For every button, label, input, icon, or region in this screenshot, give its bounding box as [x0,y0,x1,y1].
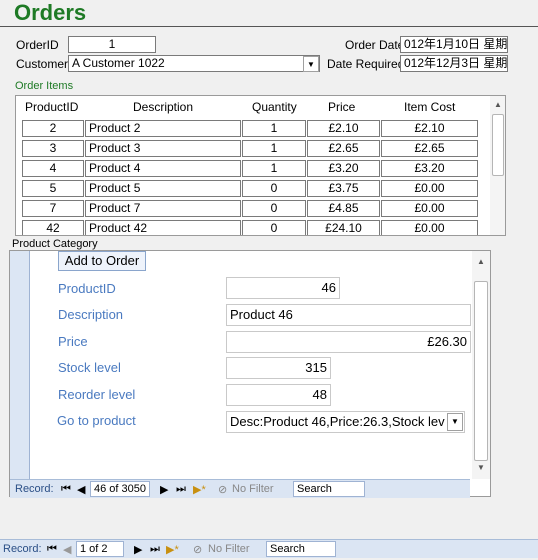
filter-icon[interactable]: ⊘ [193,543,202,556]
record-position-input[interactable]: 1 of 2 [76,541,124,557]
table-row-productid[interactable]: 3 [22,140,84,157]
go-to-product-dropdown-button[interactable]: ▼ [447,413,463,431]
last-record-button[interactable]: ⏭ [150,543,160,556]
table-row-description[interactable]: Product 7 [85,200,241,217]
date-required-label: Date Required [327,57,405,71]
record-label: Record: [3,543,42,555]
table-row-productid[interactable]: 5 [22,180,84,197]
previous-record-button[interactable]: ◀ [63,543,71,556]
chevron-down-icon: ▼ [307,60,315,69]
reorder-level-field[interactable]: 48 [226,384,331,406]
table-row-item-cost[interactable]: £2.65 [381,140,478,157]
table-row-price[interactable]: £2.10 [307,120,380,137]
table-row-quantity[interactable]: 1 [242,160,306,177]
search-input[interactable]: Search [293,481,365,497]
date-required-field[interactable]: 012年12月3日 星期一 [400,55,508,72]
order-id-label: OrderID [16,38,59,52]
customer-label: Customer [16,57,69,71]
form-title: Orders [14,0,87,25]
price-label: Price [58,334,88,349]
table-row-price[interactable]: £3.20 [307,160,380,177]
customer-dropdown-button[interactable]: ▼ [303,56,319,72]
order-items-subform: ProductID Description Quantity Price Ite… [15,95,506,236]
table-row-productid[interactable]: 2 [22,120,84,137]
product-id-label: ProductID [58,281,116,296]
column-header-description[interactable]: Description [133,100,193,114]
no-filter-label[interactable]: No Filter [232,483,274,495]
title-divider [0,26,538,27]
table-row-item-cost[interactable]: £3.20 [381,160,478,177]
customer-combobox[interactable]: A Customer 1022 [68,55,320,72]
table-row-item-cost[interactable]: £0.00 [381,200,478,217]
first-record-button[interactable]: ⏮ [61,483,71,496]
no-filter-label[interactable]: No Filter [208,543,250,555]
stock-level-field[interactable]: 315 [226,357,331,379]
product-category-subform: Add to Order ProductID 46 Description Pr… [9,250,491,498]
next-record-button[interactable]: ▶ [160,483,168,496]
table-row-item-cost[interactable]: £0.00 [381,220,478,235]
new-record-button[interactable]: ▶* [193,483,206,496]
table-row-quantity[interactable]: 0 [242,200,306,217]
go-to-product-combobox[interactable]: Desc:Product 46,Price:26.3,Stock lev [226,411,465,433]
column-header-item-cost[interactable]: Item Cost [404,100,455,114]
scroll-down-icon[interactable]: ▼ [477,463,485,472]
description-field[interactable]: Product 46 [226,304,471,326]
subform-record-navigation: Record: ⏮ ◀ 46 of 3050 ▶ ⏭ ▶* ⊘ No Filte… [10,479,470,498]
customer-value: A Customer 1022 [72,56,165,70]
table-row-productid[interactable]: 4 [22,160,84,177]
table-row-quantity[interactable]: 0 [242,220,306,235]
table-row-price[interactable]: £2.65 [307,140,380,157]
previous-record-button[interactable]: ◀ [77,483,85,496]
scroll-up-icon[interactable]: ▲ [477,257,485,266]
order-id-field[interactable]: 1 [68,36,156,53]
table-row-description[interactable]: Product 2 [85,120,241,137]
table-row-quantity[interactable]: 1 [242,120,306,137]
column-header-productid[interactable]: ProductID [25,100,78,114]
chevron-down-icon: ▼ [451,417,459,426]
order-items-label: Order Items [15,80,74,92]
reorder-level-label: Reorder level [58,387,136,402]
product-category-label: Product Category [12,238,98,250]
price-field[interactable]: £26.30 [226,331,471,353]
order-items-scrollbar[interactable]: ▲ [490,96,505,235]
column-header-quantity[interactable]: Quantity [252,100,297,114]
last-record-button[interactable]: ⏭ [176,483,186,496]
table-row-item-cost[interactable]: £2.10 [381,120,478,137]
scroll-up-icon[interactable]: ▲ [494,100,502,109]
table-row-description[interactable]: Product 42 [85,220,241,235]
table-row-productid[interactable]: 7 [22,200,84,217]
description-label: Description [58,307,124,322]
first-record-button[interactable]: ⏮ [47,543,57,556]
table-row-price[interactable]: £4.85 [307,200,380,217]
record-label: Record: [15,483,54,495]
filter-icon[interactable]: ⊘ [218,483,227,496]
order-date-field[interactable]: 012年1月10日 星期二 [400,36,508,53]
table-row-quantity[interactable]: 1 [242,140,306,157]
new-record-button[interactable]: ▶* [166,543,179,556]
table-row-productid[interactable]: 42 [22,220,84,235]
add-to-order-button[interactable]: Add to Order [58,251,146,271]
order-date-label: Order Date [345,38,405,52]
table-row-description[interactable]: Product 4 [85,160,241,177]
record-position-input[interactable]: 46 of 3050 [90,481,150,497]
table-row-description[interactable]: Product 5 [85,180,241,197]
main-record-navigation: Record: ⏮ ◀ 1 of 2 ▶ ⏭ ▶* ⊘ No Filter Se… [0,539,538,558]
go-to-product-value: Desc:Product 46,Price:26.3,Stock lev [230,414,445,429]
column-header-price[interactable]: Price [328,100,355,114]
stock-level-label: Stock level [58,360,121,375]
table-row-quantity[interactable]: 0 [242,180,306,197]
go-to-product-label: Go to product [57,413,136,428]
scrollbar-thumb[interactable] [492,114,504,176]
product-id-field[interactable]: 46 [226,277,340,299]
table-row-item-cost[interactable]: £0.00 [381,180,478,197]
search-input[interactable]: Search [266,541,336,557]
table-row-description[interactable]: Product 3 [85,140,241,157]
scrollbar-thumb[interactable] [474,281,488,461]
product-category-scrollbar[interactable]: ▲ ▼ [472,251,490,479]
next-record-button[interactable]: ▶ [134,543,142,556]
record-selector-bar[interactable] [10,251,30,479]
table-row-price[interactable]: £24.10 [307,220,380,235]
table-row-price[interactable]: £3.75 [307,180,380,197]
